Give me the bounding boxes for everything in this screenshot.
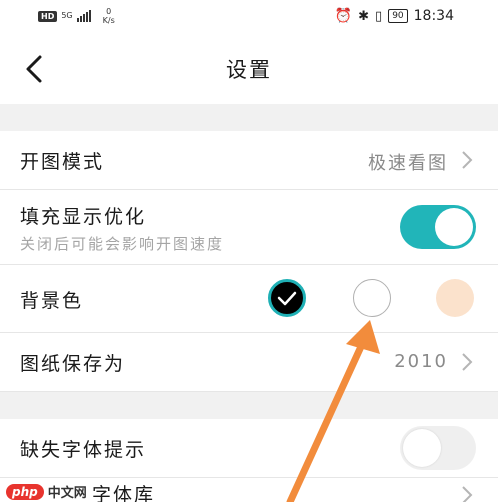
chevron-right-icon (462, 353, 473, 371)
font-library-label: 字体库 (92, 484, 156, 502)
watermark-logo: php (6, 483, 44, 500)
background-swatch-black[interactable] (268, 279, 306, 317)
open-mode-label: 开图模式 (20, 151, 105, 173)
chevron-right-icon (462, 151, 473, 169)
page-title: 设置 (226, 58, 272, 82)
setting-missing-font: 缺失字体提示 (0, 419, 498, 478)
alarm-icon: ⏰ (334, 8, 353, 24)
chevron-right-icon (462, 486, 473, 502)
save-as-label: 图纸保存为 (20, 353, 126, 375)
setting-save-as[interactable]: 图纸保存为 2010 (0, 333, 498, 392)
status-bar-right: ⏰ ✱ ▯ 90 18:34 (335, 8, 454, 24)
toggle-knob (435, 208, 473, 246)
signal-icon (76, 10, 91, 22)
background-color-label: 背景色 (20, 290, 84, 312)
vibrate-icon: ▯ (375, 8, 383, 24)
network-speed: 0 K/s (103, 7, 115, 25)
watermark: php 中文网 (6, 482, 87, 501)
network-speed-unit: K/s (102, 16, 115, 25)
nav-bar: 设置 (0, 34, 498, 104)
fill-display-toggle[interactable] (400, 205, 476, 249)
background-swatch-white[interactable] (353, 279, 391, 317)
setting-background-color: 背景色 (0, 265, 498, 333)
bluetooth-icon: ✱ (358, 8, 370, 24)
setting-open-mode[interactable]: 开图模式 极速看图 (0, 131, 498, 190)
fill-display-description: 关闭后可能会影响开图速度 (20, 235, 225, 253)
background-swatch-beige[interactable] (436, 279, 474, 317)
watermark-text: 中文网 (47, 486, 87, 501)
save-as-value: 2010 (394, 351, 448, 372)
status-bar: HD 5G 0 K/s ⏰ ✱ ▯ 90 18:34 (0, 0, 498, 34)
hd-badge: HD (38, 10, 58, 22)
network-speed-value: 0 (106, 7, 112, 16)
toggle-knob (403, 429, 441, 467)
fill-display-label: 填充显示优化 (20, 206, 147, 228)
open-mode-value: 极速看图 (368, 153, 448, 174)
clock: 18:34 (413, 8, 454, 24)
battery-icon: 90 (388, 9, 408, 23)
missing-font-label: 缺失字体提示 (20, 439, 147, 461)
status-bar-left: HD 5G 0 K/s (38, 7, 115, 25)
check-icon (277, 291, 297, 306)
network-type: 5G (61, 11, 73, 20)
setting-fill-display: 填充显示优化 关闭后可能会影响开图速度 (0, 190, 498, 265)
missing-font-toggle[interactable] (400, 426, 476, 470)
